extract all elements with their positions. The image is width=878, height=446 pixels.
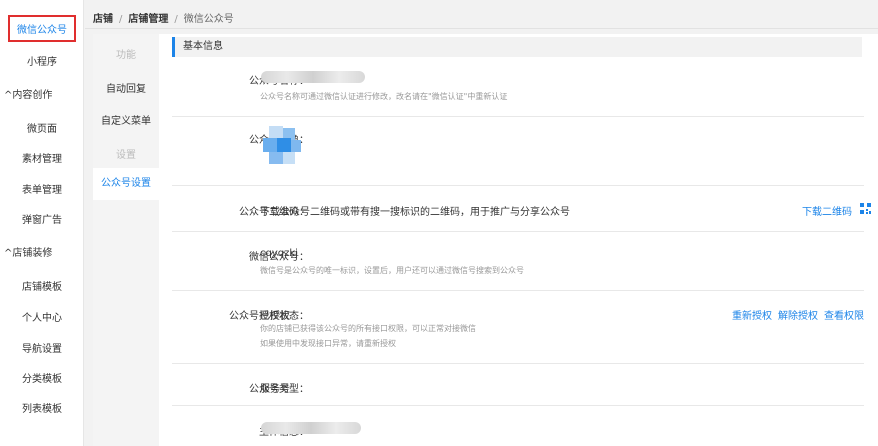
sub-navigation: 功能 自动回复 自定义菜单 设置 公众号设置 xyxy=(93,34,159,446)
sidebar-item-mini-program[interactable]: 小程序 xyxy=(0,53,84,68)
sidebar-item-label: 微信公众号 xyxy=(17,25,67,36)
breadcrumb-separator: / xyxy=(119,14,123,25)
sidebar-item-list-template[interactable]: 列表模板 xyxy=(0,400,84,415)
main-area: 店铺 / 店铺管理 / 微信公众号 功能 自动回复 自定义菜单 设置 公众号设置 基本信… xyxy=(85,0,878,446)
qr-code-icon[interactable] xyxy=(860,203,871,214)
auth-status-value: 已授权 xyxy=(260,311,290,322)
sidebar-item-micro-page[interactable]: 微页面 xyxy=(0,120,84,135)
subnav-account-settings[interactable]: 公众号设置 xyxy=(93,168,159,200)
row-divider xyxy=(172,185,864,186)
sidebar-item-category-template[interactable]: 分类模板 xyxy=(0,370,84,385)
download-qr-link[interactable]: 下载二维码 xyxy=(802,203,852,218)
breadcrumb-store[interactable]: 店铺 xyxy=(93,14,113,25)
sidebar-group-content[interactable]: ^内容创作 xyxy=(4,86,52,101)
subnav-custom-menu[interactable]: 自定义菜单 xyxy=(93,112,159,127)
row-divider xyxy=(172,363,864,364)
header-divider xyxy=(85,28,878,29)
content-panel: 功能 自动回复 自定义菜单 设置 公众号设置 基本信息 公众号名称： 公众号名称… xyxy=(93,34,878,446)
auth-hint-2: 如果使用中发现接口异常，请重新授权 xyxy=(260,339,396,348)
subnav-settings-heading: 设置 xyxy=(116,150,136,161)
section-title: 基本信息 xyxy=(172,37,862,57)
sidebar-item-form[interactable]: 表单管理 xyxy=(0,181,84,196)
account-type-value: 服务号 xyxy=(260,384,290,395)
revoke-auth-link[interactable]: 解除授权 xyxy=(778,307,818,322)
sidebar-item-nav-settings[interactable]: 导航设置 xyxy=(0,340,84,355)
blurred-account-name xyxy=(261,71,365,83)
wechat-id-hint: 微信号是公众号的唯一标识，设置后，用户还可以通过微信号搜索到公众号 xyxy=(260,266,524,275)
sidebar-item-material[interactable]: 素材管理 xyxy=(0,150,84,165)
row-divider xyxy=(172,231,864,232)
qr-description: 下载公众号二维码或带有搜一搜标识的二维码，用于推广与分享公众号 xyxy=(260,207,570,218)
reauthorize-link[interactable]: 重新授权 xyxy=(732,307,772,322)
row-divider xyxy=(172,405,864,406)
blurred-subject-info xyxy=(261,422,361,434)
sidebar-group-decor[interactable]: ^店铺装修 xyxy=(4,244,52,259)
breadcrumb-separator: / xyxy=(174,14,178,25)
sidebar-item-personal-center[interactable]: 个人中心 xyxy=(0,309,84,324)
subnav-functions-heading: 功能 xyxy=(116,50,136,61)
sidebar-group-label: 店铺装修 xyxy=(12,248,53,259)
subnav-auto-reply[interactable]: 自动回复 xyxy=(93,80,159,95)
sidebar-item-store-template[interactable]: 店铺模板 xyxy=(0,278,84,293)
blurred-avatar xyxy=(263,126,301,166)
sidebar-item-wechat-official[interactable]: 微信公众号 xyxy=(8,15,76,42)
breadcrumb-store-mgmt[interactable]: 店铺管理 xyxy=(128,14,168,25)
sidebar-item-popup-ad[interactable]: 弹窗广告 xyxy=(0,211,84,226)
left-sidebar: 微信公众号 小程序 ^内容创作 微页面 素材管理 表单管理 弹窗广告 ^店铺装修… xyxy=(0,0,84,446)
name-hint: 公众号名称可通过微信认证进行修改，改名请在"微信认证"中重新认证 xyxy=(260,92,508,101)
wechat-id-value: cqyqzkj xyxy=(260,248,298,259)
view-permissions-link[interactable]: 查看权限 xyxy=(824,307,864,322)
auth-hint-1: 你的店铺已获得该公众号的所有接口权限，可以正常对接微信 xyxy=(260,324,476,333)
breadcrumb-current: 微信公众号 xyxy=(183,14,234,25)
row-divider xyxy=(172,116,864,117)
sidebar-group-label: 内容创作 xyxy=(12,90,53,101)
row-divider xyxy=(172,290,864,291)
breadcrumb: 店铺 / 店铺管理 / 微信公众号 xyxy=(93,10,234,25)
